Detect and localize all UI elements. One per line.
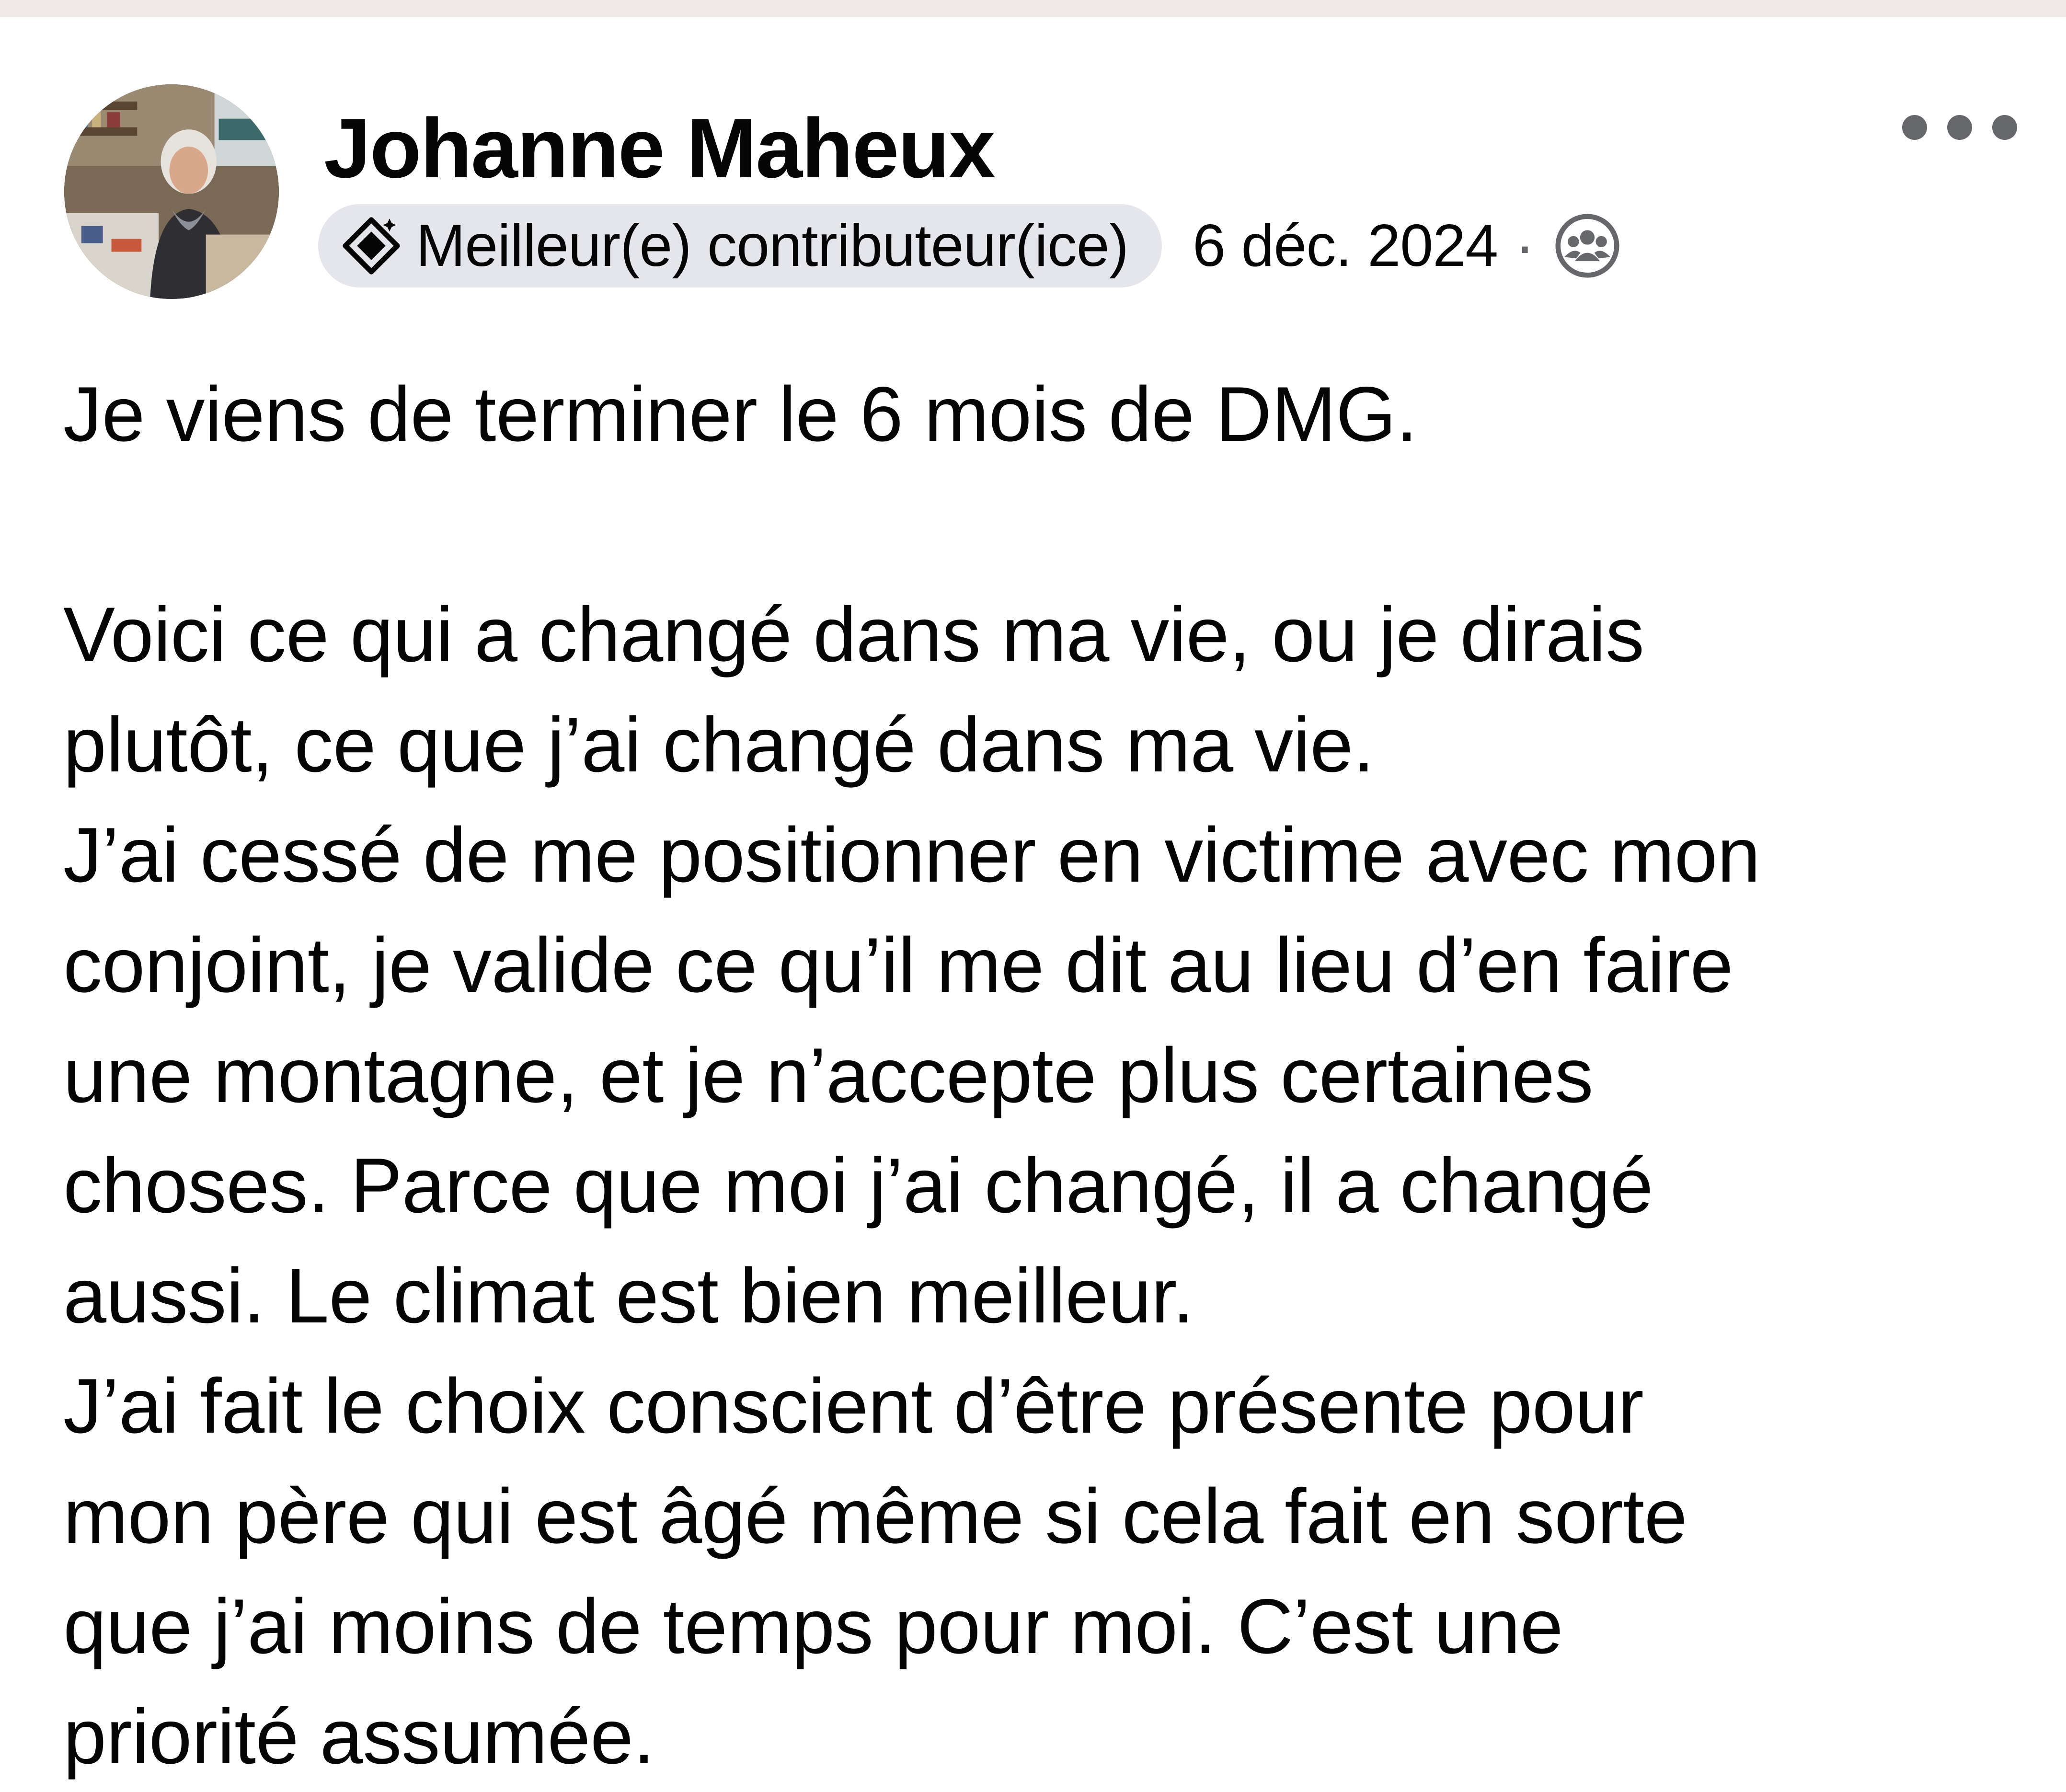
post-body-line: conjoint, je valide ce qu’il me dit au l… <box>63 922 1733 1009</box>
more-options-button[interactable] <box>1902 108 2017 147</box>
top-edge-strip <box>0 0 2066 17</box>
author-avatar[interactable] <box>64 84 279 299</box>
author-name[interactable]: Johanne Maheux <box>324 106 996 191</box>
top-contributor-icon <box>340 215 402 277</box>
post-body-line: mon père qui est âgé même si cela fait e… <box>63 1473 1687 1560</box>
post-date[interactable]: 6 déc. 2024 <box>1193 212 1498 280</box>
post-body-line: choses. Parce que moi j’ai changé, il a … <box>63 1142 1653 1229</box>
post-body-line: Voici ce qui a changé dans ma vie, ou je… <box>63 591 1644 678</box>
post-body-line: une montagne, et je n’accepte plus certa… <box>63 1032 1594 1119</box>
post-body-line: J’ai fait le choix conscient d’être prés… <box>63 1363 1644 1449</box>
top-contributor-badge[interactable]: Meilleur(e) contributeur(ice) <box>318 204 1162 287</box>
top-contributor-label: Meilleur(e) contributeur(ice) <box>416 213 1129 279</box>
post-body-line: que j’ai moins de temps pour moi. C’est … <box>63 1583 1563 1670</box>
post-meta-row: Meilleur(e) contributeur(ice) 6 déc. 202… <box>318 204 1621 287</box>
post-body-line: priorité assumée. <box>63 1693 655 1780</box>
post-body-blank-line <box>63 470 2037 580</box>
profile-photo-icon <box>64 84 279 299</box>
group-members-icon[interactable] <box>1554 212 1621 279</box>
post-body-line: J’ai cessé de me positionner en victime … <box>63 812 1760 898</box>
post-body-line: plutôt, ce que j’ai changé dans ma vie. <box>63 701 1375 788</box>
meta-separator: · <box>1515 213 1535 279</box>
more-options-icon <box>1902 115 1927 140</box>
more-options-dot <box>1947 115 1972 140</box>
post-body-line: Je viens de terminer le 6 mois de DMG. <box>63 371 1418 458</box>
post-body: Je viens de terminer le 6 mois de DMG. V… <box>63 359 2037 1792</box>
post-body-line: aussi. Le climat est bien meilleur. <box>63 1252 1194 1339</box>
more-options-dot <box>1992 115 2017 140</box>
